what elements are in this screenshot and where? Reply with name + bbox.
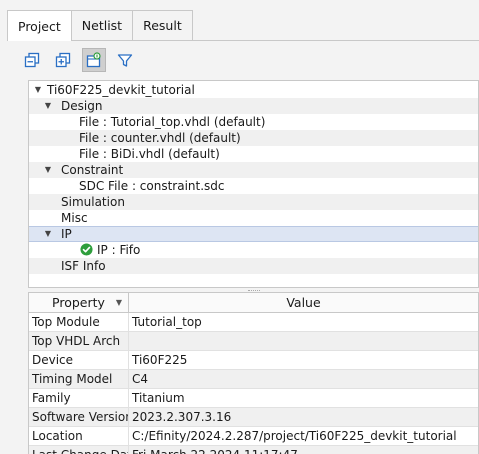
tree-item-simulation[interactable]: Simulation (29, 194, 478, 210)
tree-item-ip-fifo[interactable]: IP : Fifo (29, 242, 478, 258)
check-circle-icon (80, 243, 93, 256)
collapse-all-button[interactable] (20, 48, 44, 72)
column-header-label: Value (286, 295, 321, 310)
tree-item-label: Design (61, 99, 103, 113)
property-name: Location (29, 427, 129, 445)
table-row[interactable]: Top Module Tutorial_top (29, 313, 478, 332)
property-value: C:/Efinity/2024.2.287/project/Ti60F225_d… (132, 429, 457, 443)
tree-item-label: File : Tutorial_top.vhdl (default) (79, 115, 266, 129)
tab-result[interactable]: Result (132, 10, 193, 40)
table-row[interactable]: Location C:/Efinity/2024.2.287/project/Ti… (29, 427, 478, 446)
property-value: Fri March 22 2024 11:17:47 (129, 446, 478, 454)
properties-table: Property ▼ Value Top Module Tutorial_top T… (28, 292, 479, 454)
chevron-down-icon[interactable]: ▼ (43, 227, 53, 241)
tree-item-label: SDC File : constraint.sdc (79, 179, 225, 193)
toolbar (20, 47, 144, 73)
property-value (129, 332, 478, 350)
tree-item-file[interactable]: File : Tutorial_top.vhdl (default) (29, 114, 478, 130)
tree-item-label: Misc (61, 211, 88, 225)
property-value: Titanium (132, 391, 185, 405)
table-body: Top Module Tutorial_top Top VHDL Arch Devic… (29, 313, 478, 454)
tab-netlist[interactable]: Netlist (70, 10, 134, 40)
expand-all-icon (55, 52, 71, 68)
tree-item-label: Constraint (61, 163, 124, 177)
property-name: Last Change Date (29, 446, 129, 454)
column-header-value[interactable]: Value (129, 293, 478, 312)
table-row[interactable]: Family Titanium (29, 389, 478, 408)
property-name: Top Module (29, 313, 129, 331)
tree-item-label: File : BiDi.vhdl (default) (79, 147, 220, 161)
property-name: Software Version (29, 408, 129, 426)
property-name: Family (29, 389, 129, 407)
show-details-icon (86, 52, 101, 68)
collapse-all-icon (24, 52, 40, 68)
table-row[interactable]: Software Version 2023.2.307.3.16 (29, 408, 478, 427)
table-row[interactable]: Device Ti60F225 (29, 351, 478, 370)
column-header-label: Property (52, 295, 105, 310)
tree-item-misc[interactable]: Misc (29, 210, 478, 226)
tree-item-label: Ti60F225_devkit_tutorial (47, 83, 195, 97)
tree-item-file[interactable]: File : BiDi.vhdl (default) (29, 146, 478, 162)
property-name: Device (29, 351, 129, 369)
column-header-property[interactable]: Property ▼ (29, 293, 129, 312)
tree-item-label: ISF Info (61, 259, 106, 273)
chevron-down-icon[interactable]: ▼ (33, 82, 43, 98)
chevron-down-icon[interactable]: ▼ (43, 98, 53, 114)
expand-all-button[interactable] (51, 48, 75, 72)
tree-item-label: IP (61, 227, 72, 241)
chevron-down-icon[interactable]: ▼ (43, 162, 53, 178)
tree-item-isf-info[interactable]: ISF Info (29, 258, 478, 274)
filter-button[interactable] (113, 48, 137, 72)
table-row[interactable]: Last Change DateFri March 22 2024 11:17:… (29, 446, 478, 454)
property-value: Ti60F225 (132, 353, 188, 367)
property-name: Top VHDL Arch (29, 332, 129, 350)
table-row[interactable]: Timing Model C4 (29, 370, 478, 389)
filter-icon (117, 54, 133, 67)
tab-project[interactable]: Project (7, 10, 72, 41)
tree-item-label: File : counter.vhdl (default) (79, 131, 241, 145)
property-value: 2023.2.307.3.16 (132, 410, 232, 424)
property-value: C4 (132, 372, 149, 386)
tree-item-project[interactable]: ▼ Ti60F225_devkit_tutorial (29, 82, 478, 98)
table-header: Property ▼ Value (29, 293, 478, 313)
tree-item-label: IP : Fifo (97, 243, 141, 257)
project-tree: ▼ Ti60F225_devkit_tutorial ▼ Design File… (28, 80, 479, 288)
tree-item-label: Simulation (61, 195, 125, 209)
property-value: Tutorial_top (132, 315, 202, 329)
tree-item-sdc-file[interactable]: SDC File : constraint.sdc (29, 178, 478, 194)
sort-down-icon: ▼ (115, 298, 122, 307)
table-row[interactable]: Top VHDL Arch (29, 332, 478, 351)
show-details-button[interactable] (82, 48, 106, 72)
tree-item-constraint[interactable]: ▼ Constraint (29, 162, 478, 178)
tab-bar: Project Netlist Result (7, 10, 193, 41)
property-name: Timing Model (29, 370, 129, 388)
tree-item-ip[interactable]: ▼ IP (29, 226, 478, 242)
tree-item-design[interactable]: ▼ Design (29, 98, 478, 114)
tree-item-file[interactable]: File : counter.vhdl (default) (29, 130, 478, 146)
tab-divider (7, 40, 479, 41)
splitter-grip (247, 289, 260, 291)
